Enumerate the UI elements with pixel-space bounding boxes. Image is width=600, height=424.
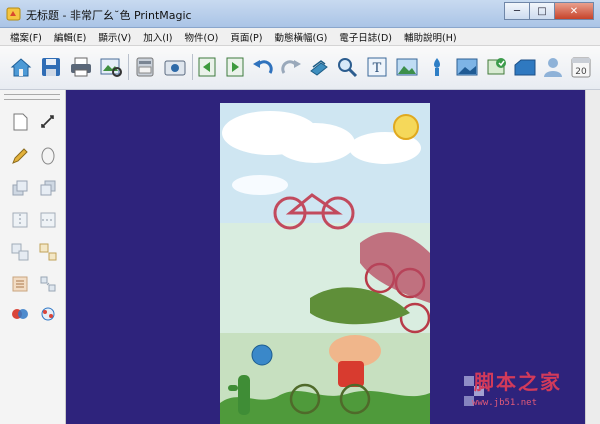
menu-insert[interactable]: 加入(I) bbox=[137, 30, 178, 44]
insert-person-icon bbox=[544, 58, 562, 77]
calendar-day: 20 bbox=[575, 67, 587, 77]
select-page-icon bbox=[13, 113, 28, 131]
app-icon bbox=[6, 7, 21, 21]
group-tool[interactable] bbox=[10, 242, 30, 262]
scanner-icon bbox=[136, 57, 154, 77]
send-backward-icon bbox=[40, 180, 56, 196]
main-toolbar: T 20 bbox=[0, 46, 600, 90]
site-watermark: 脚本之家 www.jb51.net bbox=[462, 362, 582, 418]
page-forward-button[interactable] bbox=[222, 52, 248, 82]
ellipse-icon bbox=[41, 147, 55, 165]
zoom-button[interactable] bbox=[334, 52, 360, 82]
home-button[interactable] bbox=[8, 52, 34, 82]
effects-tool[interactable] bbox=[38, 304, 58, 324]
save-icon bbox=[42, 58, 60, 76]
distribute-tool[interactable] bbox=[38, 274, 58, 294]
calendar-icon: 20 bbox=[571, 57, 591, 78]
flip-vertical-icon bbox=[40, 212, 56, 228]
color-fill-tool[interactable] bbox=[10, 304, 30, 324]
calendar-button[interactable]: 20 bbox=[568, 52, 594, 82]
menu-view[interactable]: 顯示(V) bbox=[92, 30, 137, 44]
print-preview-button[interactable] bbox=[98, 52, 124, 82]
watermark-url: www.jb51.net bbox=[472, 398, 538, 408]
title-bar: 无标题 - 非常厂幺˘色 PrintMagic ─ □ ✕ bbox=[0, 0, 600, 28]
zoom-icon bbox=[338, 58, 358, 78]
insert-frame-button[interactable] bbox=[484, 52, 510, 82]
group-icon bbox=[11, 243, 29, 261]
close-button[interactable]: ✕ bbox=[554, 2, 594, 20]
vertical-scrollbar[interactable] bbox=[585, 90, 600, 424]
send-backward-tool[interactable] bbox=[38, 178, 58, 198]
select-page-tool[interactable] bbox=[10, 112, 30, 132]
tool-panel bbox=[0, 90, 66, 424]
watermark-title: 脚本之家 bbox=[474, 370, 562, 394]
bring-forward-icon bbox=[12, 180, 28, 196]
save-button[interactable] bbox=[38, 52, 64, 82]
insert-picture-icon bbox=[396, 58, 418, 76]
camera-icon bbox=[164, 60, 186, 76]
menu-help[interactable]: 輔助說明(H) bbox=[398, 30, 463, 44]
rotate-icon bbox=[41, 115, 54, 128]
print-preview-icon bbox=[100, 58, 122, 77]
page-preview[interactable] bbox=[220, 103, 430, 424]
rotate-tool[interactable] bbox=[38, 112, 58, 132]
menu-file[interactable]: 檔案(F) bbox=[4, 30, 48, 44]
print-button[interactable] bbox=[68, 52, 94, 82]
flip-horizontal-tool[interactable] bbox=[10, 210, 30, 230]
redo-icon bbox=[281, 60, 301, 74]
insert-text-button[interactable]: T bbox=[364, 52, 390, 82]
page-back-icon bbox=[198, 57, 216, 77]
menu-banner[interactable]: 動態橫幅(G) bbox=[269, 30, 334, 44]
page-back-button[interactable] bbox=[194, 52, 220, 82]
page-forward-icon bbox=[226, 57, 244, 77]
tool-panel-grip[interactable] bbox=[4, 94, 60, 100]
menu-journal[interactable]: 電子日誌(D) bbox=[333, 30, 398, 44]
flip-horizontal-icon bbox=[12, 212, 28, 228]
window-title: 无标题 - 非常厂幺˘色 PrintMagic bbox=[26, 9, 192, 22]
insert-shape-icon bbox=[514, 59, 536, 76]
align-tool[interactable] bbox=[10, 274, 30, 294]
insert-photo-button[interactable] bbox=[454, 52, 480, 82]
toolbar-separator bbox=[128, 54, 129, 80]
layers-icon bbox=[310, 60, 328, 76]
menu-page[interactable]: 頁面(P) bbox=[224, 30, 268, 44]
undo-button[interactable] bbox=[250, 52, 276, 82]
insert-frame-icon bbox=[487, 58, 506, 75]
distribute-icon bbox=[40, 276, 56, 292]
menu-bar: 檔案(F) 編輯(E) 顯示(V) 加入(I) 物件(O) 頁面(P) 動態橫幅… bbox=[0, 28, 600, 46]
flip-vertical-tool[interactable] bbox=[38, 210, 58, 230]
pencil-icon bbox=[12, 148, 28, 164]
menu-edit[interactable]: 編輯(E) bbox=[48, 30, 92, 44]
insert-clipart-button[interactable] bbox=[424, 52, 450, 82]
insert-photo-icon bbox=[456, 58, 478, 76]
insert-text-icon: T bbox=[367, 57, 387, 77]
color-fill-icon bbox=[12, 309, 28, 319]
print-icon bbox=[71, 57, 91, 77]
ellipse-tool[interactable] bbox=[38, 146, 58, 166]
insert-shape-button[interactable] bbox=[512, 52, 538, 82]
insert-person-button[interactable] bbox=[540, 52, 566, 82]
undo-icon bbox=[253, 60, 273, 74]
redo-button[interactable] bbox=[278, 52, 304, 82]
camera-button[interactable] bbox=[162, 52, 188, 82]
insert-picture-button[interactable] bbox=[394, 52, 420, 82]
pencil-tool[interactable] bbox=[10, 146, 30, 166]
home-icon bbox=[10, 58, 32, 77]
bring-forward-tool[interactable] bbox=[10, 178, 30, 198]
maximize-button[interactable]: □ bbox=[529, 2, 555, 20]
svg-text:T: T bbox=[373, 61, 382, 76]
ungroup-tool[interactable] bbox=[38, 242, 58, 262]
ungroup-icon bbox=[39, 243, 57, 261]
effects-icon bbox=[41, 307, 55, 321]
insert-clipart-icon bbox=[434, 58, 440, 76]
page-artwork bbox=[220, 103, 430, 424]
menu-object[interactable]: 物件(O) bbox=[178, 30, 224, 44]
align-icon bbox=[12, 276, 28, 292]
minimize-button[interactable]: ─ bbox=[504, 2, 530, 20]
window-controls: ─ □ ✕ bbox=[504, 2, 594, 22]
scanner-button[interactable] bbox=[132, 52, 158, 82]
toolbar-separator bbox=[192, 54, 193, 80]
layers-button[interactable] bbox=[306, 52, 332, 82]
